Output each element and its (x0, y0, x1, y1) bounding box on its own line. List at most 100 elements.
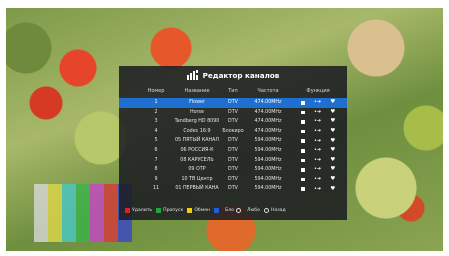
channel-row[interactable]: 7 08 КАРУСЕЛЬ DTV 594.00MHz •➜ ♥ (119, 156, 347, 166)
color-bar (34, 184, 48, 242)
channel-number: 11 (152, 186, 160, 192)
move-icon[interactable]: •➜ (314, 186, 321, 192)
lock-icon[interactable] (300, 149, 305, 153)
channel-number: 7 (154, 157, 158, 163)
channel-type: DTV (228, 119, 238, 125)
channel-number: 8 (154, 167, 158, 173)
heart-icon[interactable]: ♥ (330, 138, 335, 144)
move-icon[interactable]: •➜ (314, 157, 321, 163)
channel-functions: •➜ ♥ (296, 108, 340, 118)
swap-button[interactable]: Обмен (187, 207, 211, 213)
channel-functions: •➜ ♥ (296, 184, 340, 194)
lock-icon[interactable] (300, 101, 305, 105)
channel-row[interactable]: 5 05 ПЯТЫЙ КАНАЛ DTV 594.00MHz •➜ ♥ (119, 136, 347, 146)
channel-editor-icon (186, 70, 198, 80)
heart-icon[interactable]: ♥ (330, 157, 335, 163)
block-button[interactable]: Бло (225, 207, 243, 213)
channel-row[interactable]: 2 Horse DTV 474.00MHz •➜ ♥ (119, 108, 347, 118)
channel-type: DTV (228, 138, 238, 144)
header-function: Функция (306, 88, 330, 94)
back-button[interactable]: Назад (263, 207, 286, 213)
dialog-title: Редактор каналов (119, 66, 347, 84)
move-icon[interactable]: •➜ (314, 109, 321, 115)
heart-icon[interactable]: ♥ (330, 119, 335, 125)
channel-name: Tandberg HD 8090 (174, 119, 220, 125)
lock-icon[interactable] (300, 139, 305, 143)
channel-row[interactable]: 11 01 ПЕРВЫЙ КАНА DTV 594.00MHz •➜ ♥ (119, 184, 347, 194)
skip-button[interactable]: Пропуск (156, 207, 184, 213)
heart-icon[interactable]: ♥ (330, 167, 335, 173)
heart-icon[interactable]: ♥ (330, 148, 335, 154)
channel-functions: •➜ ♥ (296, 156, 340, 166)
channel-row[interactable]: 3 Tandberg HD 8090 DTV 474.00MHz •➜ ♥ (119, 117, 347, 127)
channel-number: 9 (154, 176, 158, 182)
delete-label: Удалить (132, 207, 153, 213)
lock-icon[interactable] (300, 158, 305, 163)
heart-icon[interactable]: ♥ (330, 186, 335, 192)
channel-frequency: 594.00MHz (254, 138, 282, 144)
move-icon[interactable]: •➜ (314, 148, 321, 153)
channel-functions: •➜ ♥ (296, 127, 340, 137)
lock-icon[interactable] (300, 110, 305, 115)
move-icon[interactable]: •➜ (314, 129, 321, 134)
channel-number: 3 (154, 119, 158, 125)
color-bar (90, 184, 104, 242)
channel-functions: •➜ ♥ (296, 98, 340, 108)
channel-row[interactable]: 8 09 ОТР DTV 594.00MHz •➜ ♥ (119, 165, 347, 175)
skip-label: Пропуск (163, 207, 184, 213)
channel-type: DTV (228, 157, 238, 163)
back-key-icon (263, 207, 269, 213)
channel-number: 4 (154, 128, 158, 134)
move-icon[interactable]: •➜ (314, 138, 321, 144)
move-icon[interactable]: •➜ (314, 167, 321, 172)
header-type: Тип (228, 88, 238, 94)
heart-icon[interactable]: ♥ (330, 100, 335, 106)
channel-functions: •➜ ♥ (296, 175, 340, 185)
lock-icon[interactable] (300, 177, 305, 182)
channel-type: Блокиро (222, 128, 244, 134)
header-name: Название (184, 88, 210, 94)
channel-row[interactable]: 4 Codec 16:9 Блокиро 474.00MHz •➜ ♥ (119, 127, 347, 137)
lock-icon[interactable] (300, 120, 305, 124)
channel-functions: •➜ ♥ (296, 146, 340, 156)
lock-icon[interactable] (300, 129, 305, 134)
channel-name: 08 КАРУСЕЛЬ (180, 157, 214, 163)
fav-label: Любо (246, 207, 260, 213)
green-key-icon (156, 207, 162, 213)
footer-hints: Удалить Пропуск Обмен Бло Любо Назад (119, 205, 347, 215)
yellow-key-icon (187, 207, 193, 213)
channel-name: 05 ПЯТЫЙ КАНАЛ (174, 138, 220, 144)
color-bar (104, 184, 118, 242)
lock-icon[interactable] (300, 187, 305, 191)
lock-icon[interactable] (300, 168, 305, 172)
channel-row[interactable]: 9 10 ТВ Центр DTV 594.00MHz •➜ ♥ (119, 175, 347, 185)
channel-number: 5 (154, 138, 158, 144)
channel-frequency: 474.00MHz (254, 109, 282, 115)
channel-frequency: 594.00MHz (254, 157, 282, 163)
channel-type: DTV (228, 176, 238, 182)
swap-label: Обмен (194, 207, 211, 213)
move-icon[interactable]: •➜ (314, 119, 321, 124)
heart-icon[interactable]: ♥ (330, 128, 335, 134)
fav-button[interactable]: Любо (247, 208, 260, 213)
block-label: Бло (225, 207, 234, 213)
channel-type: DTV (228, 109, 238, 115)
move-icon[interactable]: •➜ (314, 177, 321, 182)
move-icon[interactable]: •➜ (314, 100, 321, 105)
channel-type: DTV (228, 186, 238, 192)
channel-number: 1 (154, 100, 158, 105)
red-key-icon (125, 207, 130, 213)
delete-button[interactable]: Удалить (125, 207, 153, 213)
channel-row[interactable]: 6 06 РОССИЯ-К DTV 594.00MHz •➜ ♥ (119, 146, 347, 156)
channel-list: 1 Flower DTV 474.00MHz •➜ ♥ 2 Horse DTV 474.00MHz… (119, 98, 347, 194)
channel-name: 10 ТВ Центр (181, 176, 213, 182)
channel-number: 6 (154, 147, 158, 153)
channel-functions: •➜ ♥ (296, 165, 340, 175)
channel-frequency: 474.00MHz (254, 100, 282, 105)
channel-row[interactable]: 1 Flower DTV 474.00MHz •➜ ♥ (119, 98, 347, 108)
heart-icon[interactable]: ♥ (330, 176, 335, 182)
channel-frequency: 594.00MHz (254, 147, 282, 153)
channel-name: Horse (190, 109, 204, 115)
heart-icon[interactable]: ♥ (330, 109, 335, 115)
blue-key-button[interactable] (214, 207, 221, 213)
